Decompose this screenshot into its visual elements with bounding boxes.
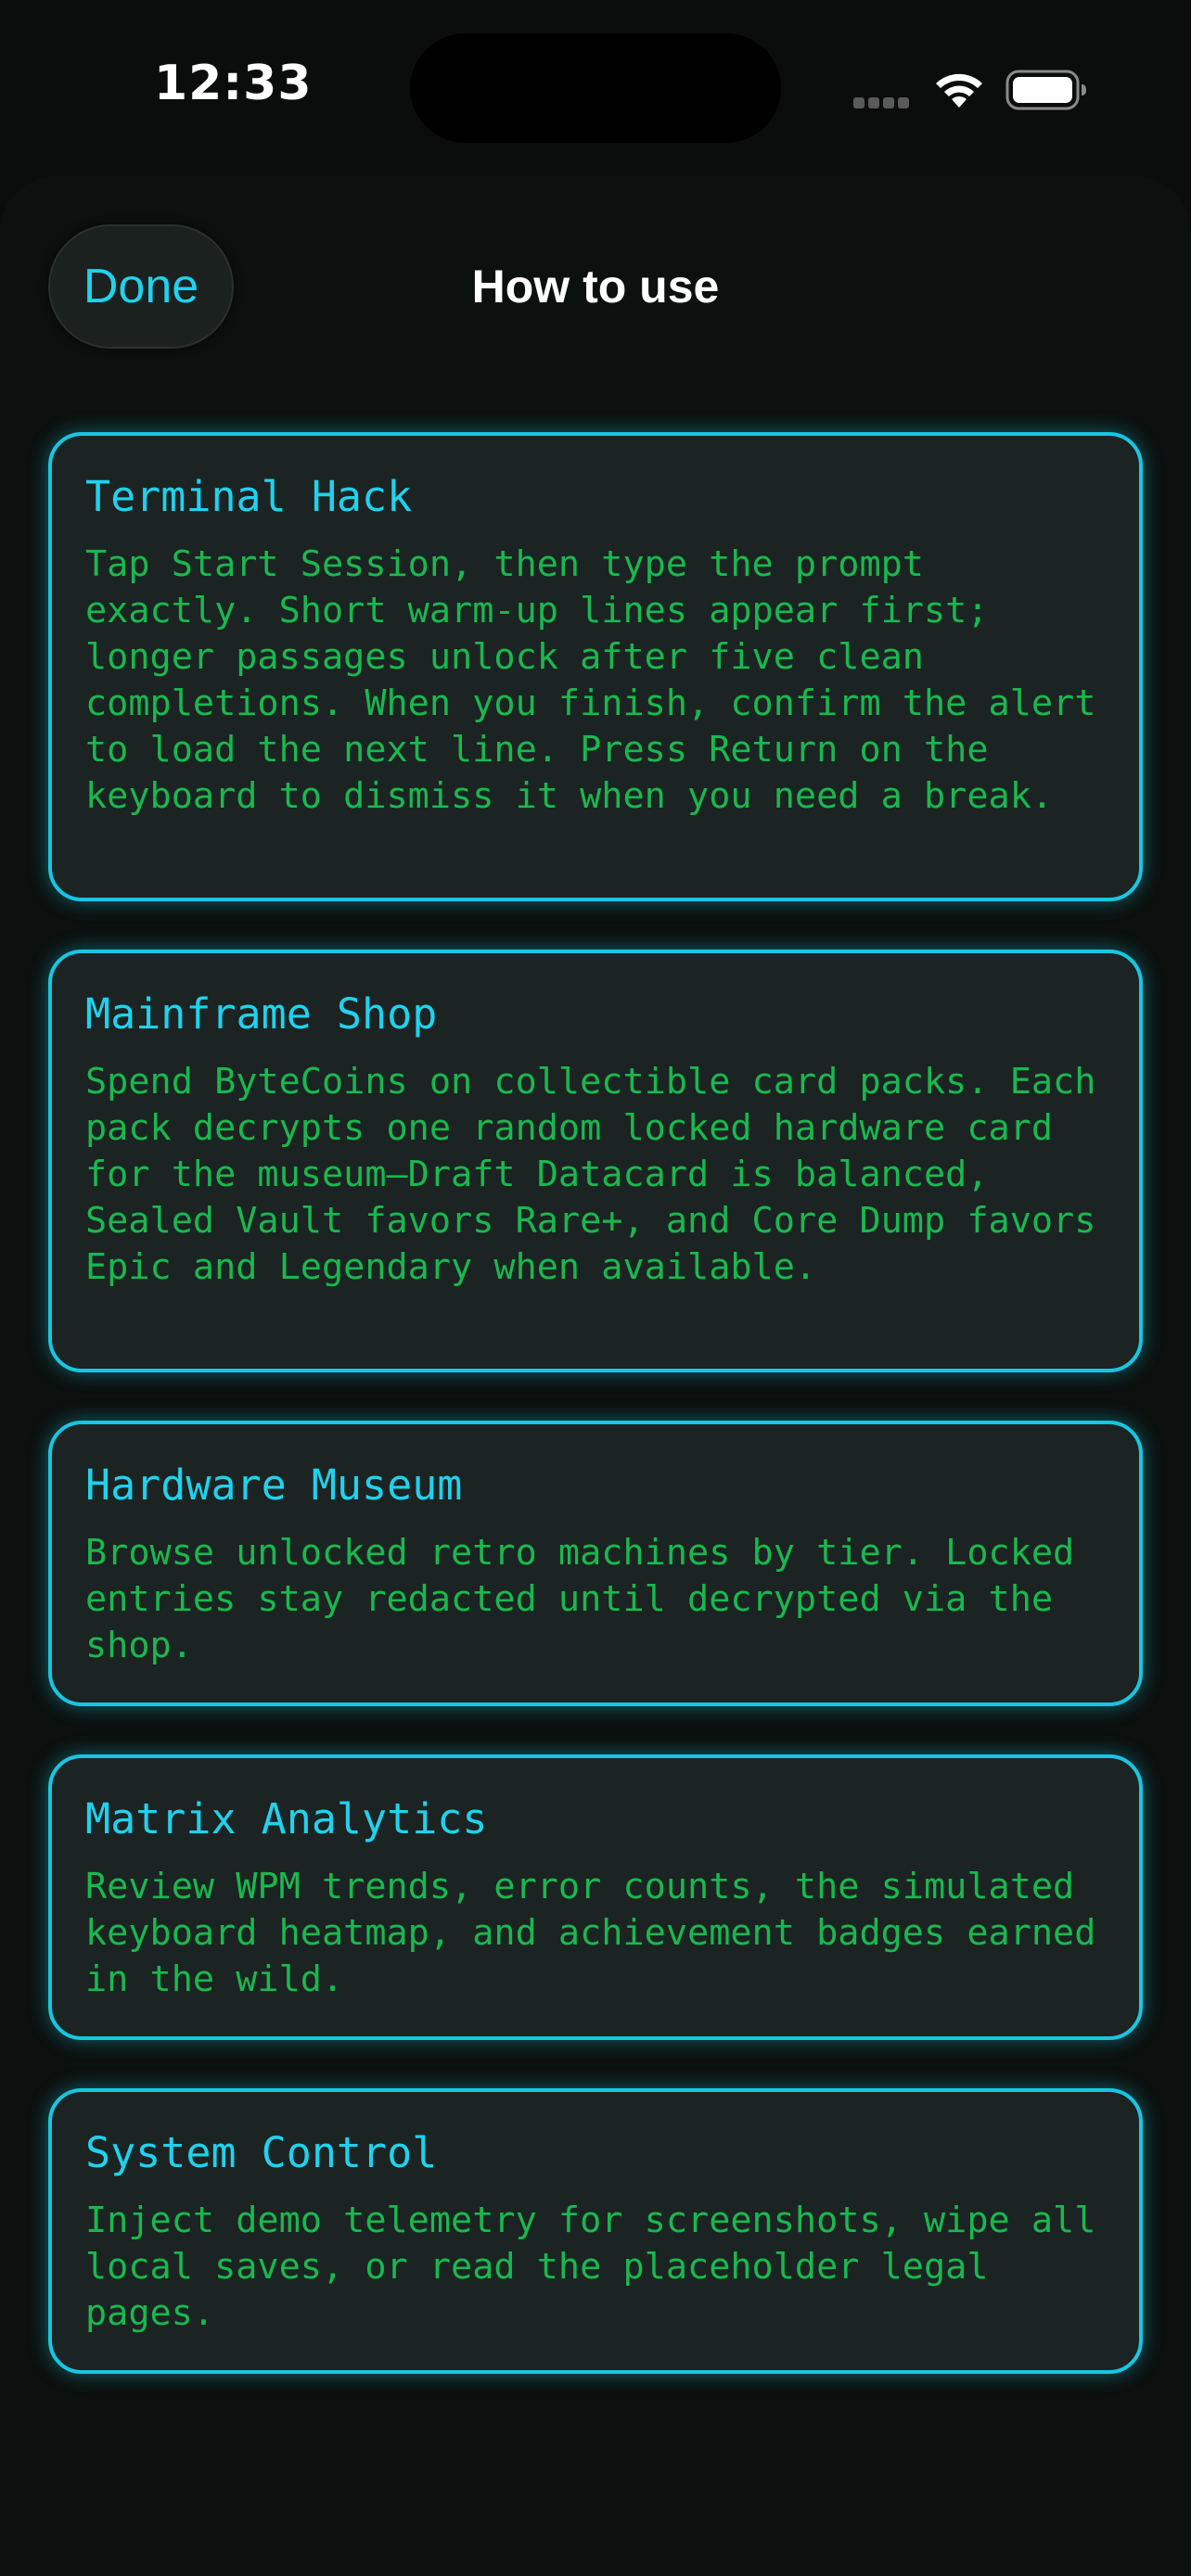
card-body: Browse unlocked retro machines by tier. …: [85, 1532, 1075, 1666]
card-hardware-museum: Hardware Museum Browse unlocked retro ma…: [48, 1421, 1143, 1706]
card-body: Inject demo telemetry for screenshots, w…: [85, 2200, 1096, 2334]
card-title: Terminal Hack: [85, 472, 413, 521]
page-title: How to use: [471, 261, 720, 312]
battery-icon: [1005, 70, 1086, 110]
card-body: Review WPM trends, error counts, the sim…: [85, 1866, 1096, 2000]
card-system-control: System Control Inject demo telemetry for…: [48, 2088, 1143, 2374]
dynamic-island: [410, 33, 781, 143]
status-time: 12:33: [154, 56, 313, 111]
card-body: Tap Start Session, then type the prompt …: [85, 543, 1096, 817]
card-mainframe-shop: Mainframe Shop Spend ByteCoins on collec…: [48, 950, 1143, 1372]
status-bar: 12:33: [0, 0, 1191, 176]
card-matrix-analytics: Matrix Analytics Review WPM trends, erro…: [48, 1754, 1143, 2040]
card-body: Spend ByteCoins on collectible card pack…: [85, 1061, 1096, 1288]
card-title: Hardware Museum: [85, 1460, 463, 1510]
card-title: Matrix Analytics: [85, 1794, 488, 1843]
card-title: Mainframe Shop: [85, 989, 438, 1039]
card-title: System Control: [85, 2128, 438, 2177]
card-terminal-hack: Terminal Hack Tap Start Session, then ty…: [48, 432, 1143, 901]
wifi-icon: [936, 73, 982, 108]
cellular-signal-icon: [853, 96, 913, 109]
